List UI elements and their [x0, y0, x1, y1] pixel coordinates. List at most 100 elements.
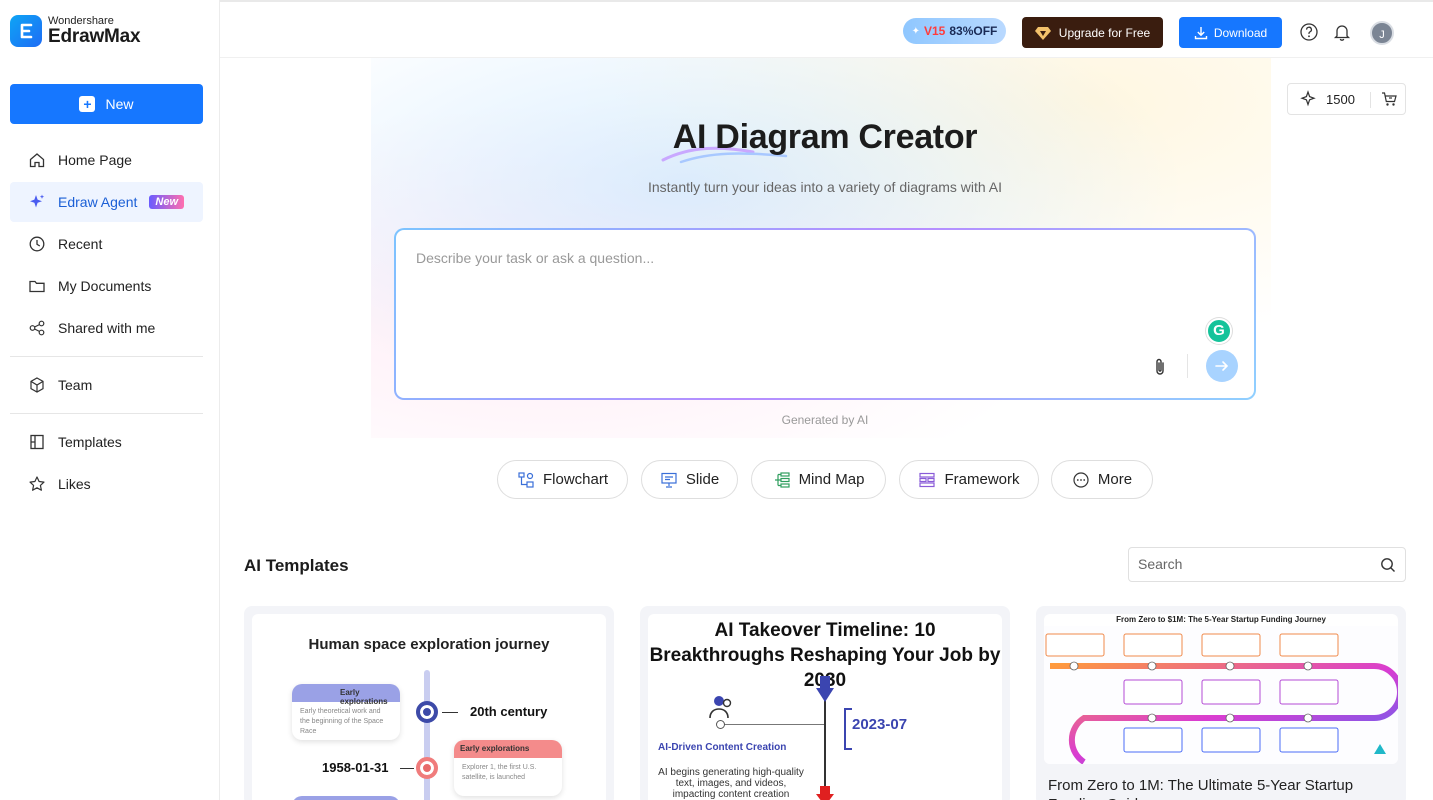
cube-icon: [30, 377, 44, 393]
upgrade-label: Upgrade for Free: [1058, 25, 1151, 40]
chip-label: Mind Map: [798, 471, 865, 488]
folder-icon: [29, 280, 45, 293]
timeline-spine: [424, 670, 430, 800]
generated-by-ai-note: Generated by AI: [781, 413, 869, 427]
timeline-node: [416, 757, 438, 779]
app-window: Wondershare EdrawMax + New Home Page Edr…: [0, 0, 1433, 800]
brand-logo[interactable]: Wondershare EdrawMax: [10, 15, 141, 47]
timeline-subheading: AI-Driven Content Creation: [658, 742, 787, 753]
sidebar-divider: [10, 413, 203, 414]
people-icon: [709, 696, 732, 719]
chip-mind-map[interactable]: Mind Map: [751, 460, 886, 499]
slide-icon: [661, 472, 677, 488]
sidebar-item-label: My Documents: [58, 278, 152, 294]
template-card-ai-takeover[interactable]: AI Takeover Timeline: 10 Breakthroughs R…: [640, 606, 1010, 800]
credits-value: 1500: [1326, 91, 1355, 107]
credits-widget[interactable]: 1500: [1287, 83, 1406, 115]
timeline-label: 1958-01-31: [322, 760, 389, 775]
sidebar-item-label: Recent: [58, 236, 103, 252]
promo-badge[interactable]: ✦ V15 83%OFF: [903, 18, 1006, 44]
chip-more[interactable]: More: [1051, 460, 1153, 499]
chip-framework[interactable]: Framework: [899, 460, 1039, 499]
new-button-label: New: [105, 96, 134, 112]
home-icon: [29, 153, 45, 168]
page-subtitle: Instantly turn your ideas into a variety…: [647, 179, 1003, 195]
main-content: 1500 AI Diagram Creator Instantly turn y…: [221, 58, 1433, 800]
download-icon: [1194, 26, 1208, 39]
timeline-connector: [400, 768, 414, 769]
search-icon[interactable]: [1380, 557, 1396, 573]
promo-text: 83%OFF: [949, 24, 998, 38]
template-title: From Zero to $1M: The 5-Year Startup Fun…: [1116, 615, 1326, 624]
template-thumbnail: From Zero to $1M: The 5-Year Startup Fun…: [1044, 614, 1398, 764]
flowchart-icon: [518, 471, 534, 488]
template-icon: [30, 434, 44, 450]
cart-icon[interactable]: [1381, 91, 1398, 108]
sidebar-item-label: Shared with me: [58, 320, 156, 336]
more-icon: [1073, 471, 1089, 488]
timeline-date: 2023-07: [852, 716, 908, 733]
paperclip-icon[interactable]: [1151, 357, 1169, 377]
sparkle-icon: [1300, 90, 1316, 107]
sidebar-item-label: Templates: [58, 434, 122, 450]
prompt-divider: [1187, 354, 1188, 378]
diamond-icon: [1034, 26, 1051, 40]
sidebar-item-team[interactable]: Team: [10, 365, 203, 405]
avatar[interactable]: J: [1370, 21, 1394, 45]
mindmap-icon: [774, 471, 790, 488]
arrow-down-red-icon: [816, 786, 834, 800]
page-title: AI Diagram Creator: [672, 118, 978, 156]
timeline-bubble: Early explorations Early theoretical wor…: [292, 684, 400, 740]
sidebar-item-label: Likes: [58, 476, 91, 492]
star-icon: [29, 476, 45, 491]
chip-slide[interactable]: Slide: [641, 460, 738, 499]
date-bracket: [844, 708, 852, 750]
upgrade-button[interactable]: Upgrade for Free: [1022, 17, 1163, 48]
template-thumbnail: Human space exploration journey 20th cen…: [252, 614, 606, 800]
sidebar-item-likes[interactable]: Likes: [10, 464, 203, 504]
brand-product: EdrawMax: [48, 26, 141, 47]
template-search: [1128, 547, 1406, 582]
new-badge: New: [149, 195, 185, 209]
prompt-box: G: [394, 228, 1256, 400]
bell-icon[interactable]: [1332, 22, 1352, 42]
sidebar-item-templates[interactable]: Templates: [10, 422, 203, 462]
arrow-right-icon: [1215, 361, 1229, 371]
template-caption: From Zero to 1M: The Ultimate 5-Year Sta…: [1048, 777, 1354, 800]
timeline-body: AI begins generating high-quality text, …: [658, 767, 804, 800]
ai-templates-heading: AI Templates: [244, 556, 349, 575]
grammarly-icon[interactable]: G: [1206, 318, 1232, 344]
timeline-connector: [442, 712, 458, 713]
timeline-bubble-partial: [292, 796, 400, 800]
template-card-space[interactable]: Human space exploration journey 20th cen…: [244, 606, 614, 800]
sidebar-item-recent[interactable]: Recent: [10, 224, 203, 264]
framework-icon: [919, 472, 936, 487]
arrow-down-blue-icon: [816, 676, 834, 702]
funding-roadmap-graphic: [1044, 626, 1398, 764]
new-button[interactable]: + New: [10, 84, 203, 124]
sidebar-item-label: Team: [58, 377, 93, 393]
download-label: Download: [1213, 25, 1268, 40]
timeline-connector: [720, 724, 824, 725]
timeline-node: [416, 701, 438, 723]
chip-flowchart[interactable]: Flowchart: [497, 460, 628, 499]
sparkle-icon: [30, 194, 45, 208]
sidebar-item-edraw-agent[interactable]: Edraw Agent New: [10, 182, 203, 222]
chip-label: Flowchart: [542, 471, 609, 488]
plus-icon: +: [79, 96, 96, 112]
help-icon[interactable]: [1299, 22, 1319, 42]
download-button[interactable]: Download: [1179, 17, 1282, 48]
prompt-input[interactable]: [416, 250, 1196, 266]
timeline-dot: [716, 720, 725, 729]
template-search-input[interactable]: [1138, 556, 1368, 572]
template-title: Human space exploration journey: [308, 636, 550, 653]
timeline-bubble: Early explorations Explorer 1, the first…: [454, 740, 562, 796]
chip-label: Slide: [685, 471, 720, 488]
sidebar-item-my-documents[interactable]: My Documents: [10, 266, 203, 306]
promo-version: V15: [924, 24, 946, 38]
sidebar-item-shared[interactable]: Shared with me: [10, 308, 203, 348]
edrawmax-logo-icon: [10, 15, 42, 47]
template-card-startup-funding[interactable]: From Zero to $1M: The 5-Year Startup Fun…: [1036, 606, 1406, 800]
sidebar-item-home[interactable]: Home Page: [10, 140, 203, 180]
send-button[interactable]: [1206, 350, 1238, 382]
